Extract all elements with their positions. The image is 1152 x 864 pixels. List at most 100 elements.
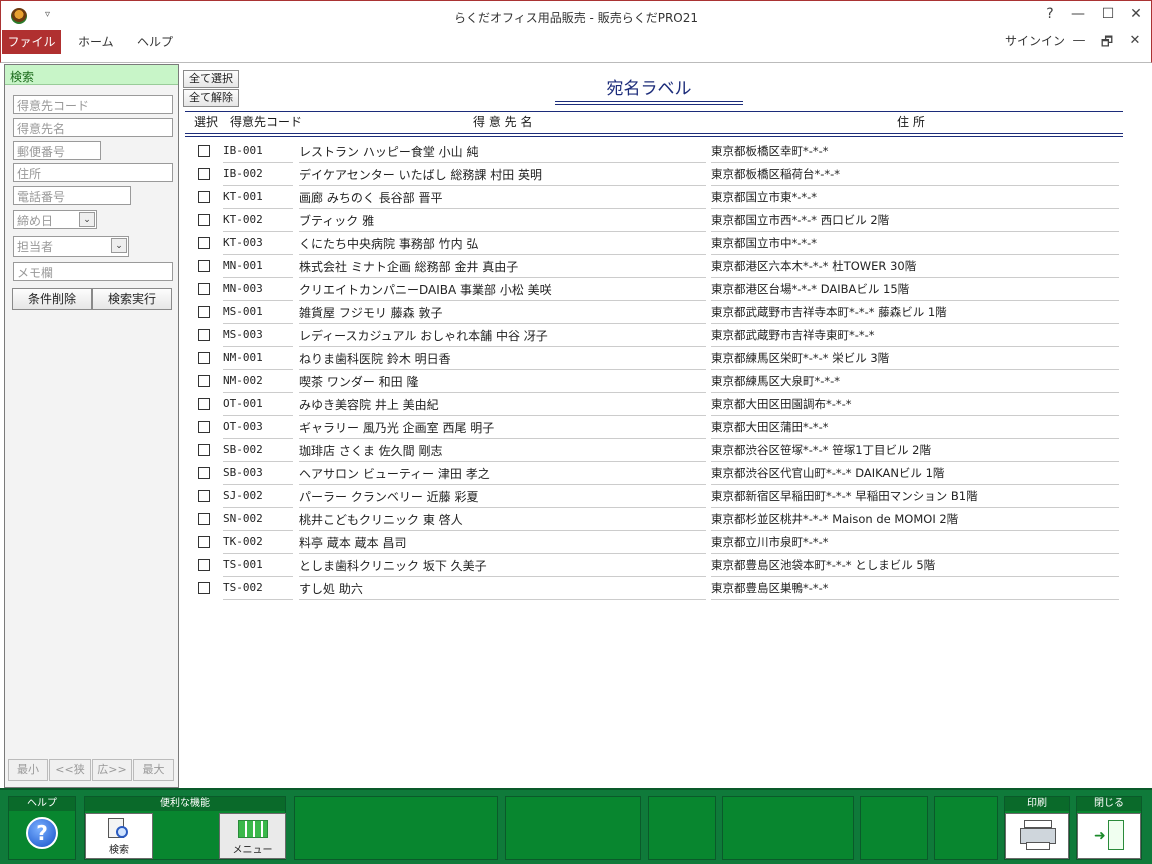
pager-wide-button[interactable]: 広>> [92,759,132,781]
execute-search-button[interactable]: 検索実行 [92,288,172,310]
column-header-code: 得意先コード [230,115,303,129]
row-select-checkbox[interactable] [198,168,210,180]
ribbon-restore-button[interactable]: 🗗 [1097,33,1117,55]
closing-day-placeholder: 締め日 [17,214,54,228]
signin-link[interactable]: サインイン [1005,32,1065,49]
row-customer-name: レディースカジュアル おしゃれ本舗 中谷 冴子 [299,326,706,347]
row-select-checkbox[interactable] [198,536,210,548]
postal-code-input[interactable]: 郵便番号 [13,141,101,160]
row-address: 東京都武蔵野市吉祥寺東町*-*-* [711,326,1119,347]
tab-help[interactable]: ヘルプ [123,30,187,54]
menu-button[interactable]: メニュー [219,813,286,859]
help-question-icon[interactable]: ? [1039,6,1061,22]
tools-group-label: 便利な機能 [85,797,285,811]
ribbon-close-button[interactable]: ✕ [1125,33,1145,48]
row-customer-name: 株式会社 ミナト企画 総務部 金井 真由子 [299,257,706,278]
chevron-down-icon[interactable]: ⌄ [79,212,95,227]
tab-file[interactable]: ファイル [2,30,61,54]
row-customer-name: パーラー クランベリー 近藤 彩夏 [299,487,706,508]
row-address: 東京都港区六本木*-*-* 杜TOWER 30階 [711,257,1119,278]
customer-name-input[interactable]: 得意先名 [13,118,173,137]
table-row: MN-003 クリエイトカンパニーDAIBA 事業部 小松 美咲 東京都港区台場*-… [181,278,1147,301]
address-input[interactable]: 住所 [13,163,173,182]
search-button[interactable]: 検索 [85,813,153,859]
row-select-checkbox[interactable] [198,352,210,364]
tab-home[interactable]: ホーム [64,30,128,54]
help-button[interactable]: ? [11,813,73,857]
row-select-checkbox[interactable] [198,260,210,272]
row-customer-code: NM-001 [223,351,293,370]
menu-grid-icon [238,820,268,838]
closing-day-select[interactable]: 締め日 ⌄ [13,210,97,229]
row-customer-code: TS-001 [223,558,293,577]
pager-narrow-button[interactable]: <<狭 [49,759,91,781]
clear-conditions-button[interactable]: 条件削除 [12,288,92,310]
help-group: ヘルプ ? [8,796,76,860]
search-panel-header: 検索 [5,65,178,85]
header-rule [185,133,1123,134]
row-select-checkbox[interactable] [198,375,210,387]
printer-paper-icon [1024,820,1052,828]
close-window-button[interactable]: ✕ [1125,6,1147,22]
row-select-checkbox[interactable] [198,191,210,203]
select-all-button[interactable]: 全て選択 [183,70,239,88]
row-address: 東京都大田区田園調布*-*-* [711,395,1119,416]
empty-slot [860,796,928,860]
row-select-checkbox[interactable] [198,145,210,157]
print-button[interactable] [1005,813,1069,859]
row-select-checkbox[interactable] [198,490,210,502]
row-customer-code: OT-001 [223,397,293,416]
row-select-checkbox[interactable] [198,421,210,433]
maximize-button[interactable]: ☐ [1097,6,1119,22]
row-address: 東京都板橋区幸町*-*-* [711,142,1119,163]
table-row: KT-003 くにたち中央病院 事務部 竹内 弘東京都国立市中*-*-* [181,232,1147,255]
row-customer-code: TK-002 [223,535,293,554]
empty-slot [505,796,641,860]
row-select-checkbox[interactable] [198,214,210,226]
table-row: NM-001 ねりま歯科医院 鈴木 明日香 東京都練馬区栄町*-*-* 栄ビル 3階 [181,347,1147,370]
bottom-toolbar: ヘルプ ? 便利な機能 検索 メニュー 印刷 閉じる ➜ [0,788,1152,864]
row-select-checkbox[interactable] [198,398,210,410]
deselect-all-button[interactable]: 全て解除 [183,89,239,107]
pager-max-button[interactable]: 最大 [133,759,174,781]
row-address: 東京都武蔵野市吉祥寺本町*-*-* 藤森ビル 1階 [711,303,1119,324]
exit-arrow-icon: ➜ [1094,828,1106,844]
pager-min-button[interactable]: 最小 [8,759,48,781]
close-group: 閉じる ➜ [1076,796,1142,860]
row-customer-code: MN-001 [223,259,293,278]
column-header-address: 住 所 [897,115,925,129]
minimize-button[interactable]: — [1067,6,1089,22]
staff-select[interactable]: 担当者 ⌄ [13,236,129,257]
customer-code-input[interactable]: 得意先コード [13,95,173,114]
row-select-checkbox[interactable] [198,444,210,456]
row-select-checkbox[interactable] [198,237,210,249]
row-select-checkbox[interactable] [198,283,210,295]
title-underline [555,101,743,102]
row-customer-name: 桃井こどもクリニック 東 啓人 [299,510,706,531]
row-select-checkbox[interactable] [198,559,210,571]
row-customer-code: SB-002 [223,443,293,462]
row-select-checkbox[interactable] [198,467,210,479]
title-underline [555,104,743,105]
row-customer-code: MS-001 [223,305,293,324]
phone-input[interactable]: 電話番号 [13,186,131,205]
row-select-checkbox[interactable] [198,329,210,341]
row-customer-name: すし処 助六 [299,579,706,600]
table-row: NM-002 喫茶 ワンダー 和田 隆東京都練馬区大泉町*-*-* [181,370,1147,393]
close-button[interactable]: ➜ [1077,813,1141,859]
tools-group: 便利な機能 検索 メニュー [84,796,286,860]
row-customer-name: 雑貨屋 フジモリ 藤森 敦子 [299,303,706,324]
memo-input[interactable]: メモ欄 [13,262,173,281]
row-customer-code: KT-003 [223,236,293,255]
ribbon-minimize-button[interactable]: — [1069,33,1089,48]
row-customer-code: TS-002 [223,581,293,600]
row-address: 東京都杉並区桃井*-*-* Maison de MOMOI 2階 [711,510,1119,531]
row-customer-code: KT-001 [223,190,293,209]
chevron-down-icon[interactable]: ⌄ [111,238,127,253]
row-select-checkbox[interactable] [198,513,210,525]
ribbon-tabs: ファイル ホーム ヘルプ サインイン — 🗗 ✕ [0,30,1152,54]
row-customer-name: デイケアセンター いたばし 総務課 村田 英明 [299,165,706,186]
row-select-checkbox[interactable] [198,582,210,594]
row-select-checkbox[interactable] [198,306,210,318]
row-address: 東京都板橋区稲荷台*-*-* [711,165,1119,186]
